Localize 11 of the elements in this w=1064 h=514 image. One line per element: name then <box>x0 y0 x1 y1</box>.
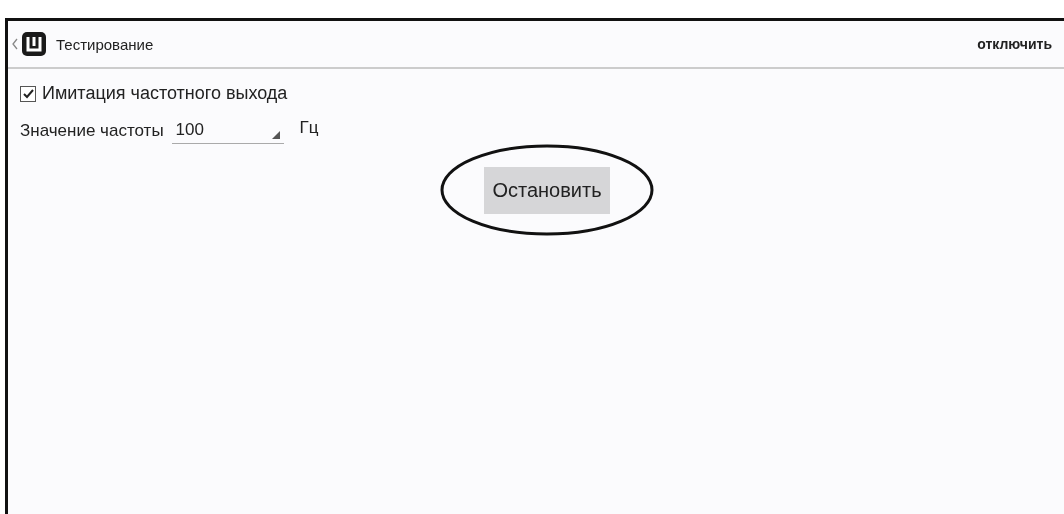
disconnect-button[interactable]: отключить <box>973 32 1056 56</box>
stop-button[interactable]: Остановить <box>484 166 610 214</box>
back-chevron-icon[interactable] <box>12 38 18 50</box>
frequency-dropdown[interactable]: 100 <box>171 118 284 144</box>
unit-label: Гц <box>299 118 319 138</box>
screen-title: Тестирование <box>56 35 154 53</box>
simulation-checkbox[interactable]: Имитация частотного выхода <box>20 79 288 108</box>
frequency-label: Значение частоты <box>20 121 164 141</box>
dropdown-triangle-icon[interactable] <box>271 131 280 139</box>
checkbox-icon[interactable] <box>20 85 36 102</box>
app-logo-icon <box>22 32 46 56</box>
